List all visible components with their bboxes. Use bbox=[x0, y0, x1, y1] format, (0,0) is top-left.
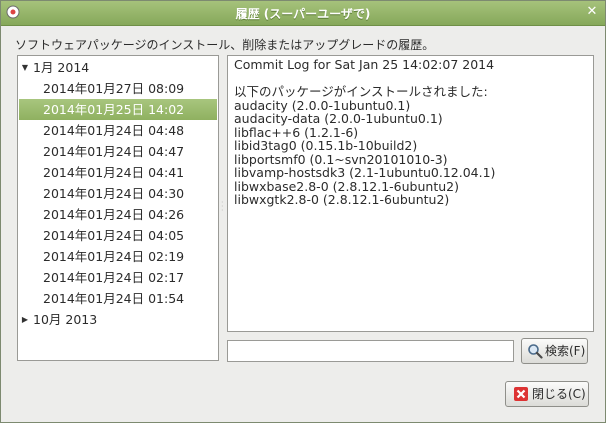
search-input[interactable] bbox=[227, 340, 514, 362]
history-tree[interactable]: ▼ 1月 2014 2014年01月27日 08:09 2014年01月25日 14:… bbox=[17, 55, 219, 361]
log-package: libwxbase2.8-0 (2.8.12.1-6ubuntu2) bbox=[234, 178, 459, 194]
log-package: libportsmf0 (0.1~svn20101010-3) bbox=[234, 151, 448, 167]
log-blank-line bbox=[234, 72, 587, 86]
tree-item-row[interactable]: 2014年01月27日 08:09 bbox=[19, 78, 217, 99]
tree-item-label: 2014年01月24日 02:17 bbox=[43, 270, 185, 285]
expander-down-icon[interactable]: ▼ bbox=[20, 57, 30, 78]
tree-item-label: 2014年01月24日 04:26 bbox=[43, 207, 185, 222]
tree-item-label: 2014年01月25日 14:02 bbox=[43, 102, 185, 117]
log-package: libid3tag0 (0.15.1b-10build2) bbox=[234, 138, 418, 153]
search-button[interactable]: 検索(F) bbox=[521, 338, 588, 364]
search-icon bbox=[528, 344, 543, 359]
tree-item-row[interactable]: 2014年01月24日 02:17 bbox=[19, 267, 217, 288]
tree-item-row[interactable]: 2014年01月24日 01:54 bbox=[19, 288, 217, 309]
log-header: Commit Log for Sat Jan 25 14:02:07 2014 bbox=[234, 57, 495, 72]
log-package: libvamp-hostsdk3 (2.1-1ubuntu0.12.04.1) bbox=[234, 165, 496, 180]
tree-group-row[interactable]: ▼ 1月 2014 bbox=[19, 57, 217, 78]
history-window: 履歴 (スーパーユーザで) ✕ ソフトウェアパッケージのインストール、削除または… bbox=[0, 0, 606, 423]
tree-item-row[interactable]: 2014年01月25日 14:02 bbox=[19, 99, 217, 120]
tree-item-label: 2014年01月24日 04:05 bbox=[43, 228, 185, 243]
close-button-label: 閉じる(C) bbox=[532, 387, 586, 401]
tree-item-label: 2014年01月27日 08:09 bbox=[43, 81, 185, 96]
log-package: audacity (2.0.0-1ubuntu0.1) bbox=[234, 97, 411, 113]
tree-item-label: 2014年01月24日 04:47 bbox=[43, 144, 185, 159]
tree-item-row[interactable]: 2014年01月24日 04:05 bbox=[19, 225, 217, 246]
tree-item-label: 2014年01月24日 04:41 bbox=[43, 165, 185, 180]
commit-log-view[interactable]: Commit Log for Sat Jan 25 14:02:07 2014 … bbox=[227, 55, 594, 332]
log-package: libflac++6 (1.2.1-6) bbox=[234, 124, 359, 140]
expander-right-icon[interactable]: ▶ bbox=[20, 309, 30, 330]
tree-item-row[interactable]: 2014年01月24日 04:48 bbox=[19, 120, 217, 141]
tree-group-label: 10月 2013 bbox=[33, 312, 98, 327]
window-title: 履歴 (スーパーユーザで) bbox=[235, 7, 371, 21]
tree-item-row[interactable]: 2014年01月24日 04:47 bbox=[19, 141, 217, 162]
log-package: audacity-data (2.0.0-1ubuntu0.1) bbox=[234, 111, 443, 126]
close-button[interactable]: 閉じる(C) bbox=[505, 381, 589, 407]
tree-group-label: 1月 2014 bbox=[33, 60, 90, 75]
description-label: ソフトウェアパッケージのインストール、削除またはアップグレードの履歴。 bbox=[15, 38, 435, 52]
log-package: libwxgtk2.8-0 (2.8.12.1-6ubuntu2) bbox=[234, 192, 450, 207]
log-intro: 以下のパッケージがインストールされました: bbox=[234, 84, 488, 99]
tree-item-label: 2014年01月24日 04:30 bbox=[43, 186, 185, 201]
tree-item-row[interactable]: 2014年01月24日 04:26 bbox=[19, 204, 217, 225]
title-bar[interactable]: 履歴 (スーパーユーザで) ✕ bbox=[1, 1, 605, 26]
search-button-label: 検索(F) bbox=[545, 344, 586, 358]
tree-item-label: 2014年01月24日 02:19 bbox=[43, 249, 185, 264]
pane-divider-grip[interactable]: · · · bbox=[221, 199, 225, 215]
tree-item-label: 2014年01月24日 01:54 bbox=[43, 291, 185, 306]
tree-item-row[interactable]: 2014年01月24日 02:19 bbox=[19, 246, 217, 267]
tree-item-row[interactable]: 2014年01月24日 04:30 bbox=[19, 183, 217, 204]
window-close-icon[interactable]: ✕ bbox=[585, 5, 599, 19]
tree-group-row[interactable]: ▶ 10月 2013 bbox=[19, 309, 217, 330]
tree-item-label: 2014年01月24日 04:48 bbox=[43, 123, 185, 138]
tree-item-row[interactable]: 2014年01月24日 04:41 bbox=[19, 162, 217, 183]
close-icon bbox=[514, 387, 528, 401]
